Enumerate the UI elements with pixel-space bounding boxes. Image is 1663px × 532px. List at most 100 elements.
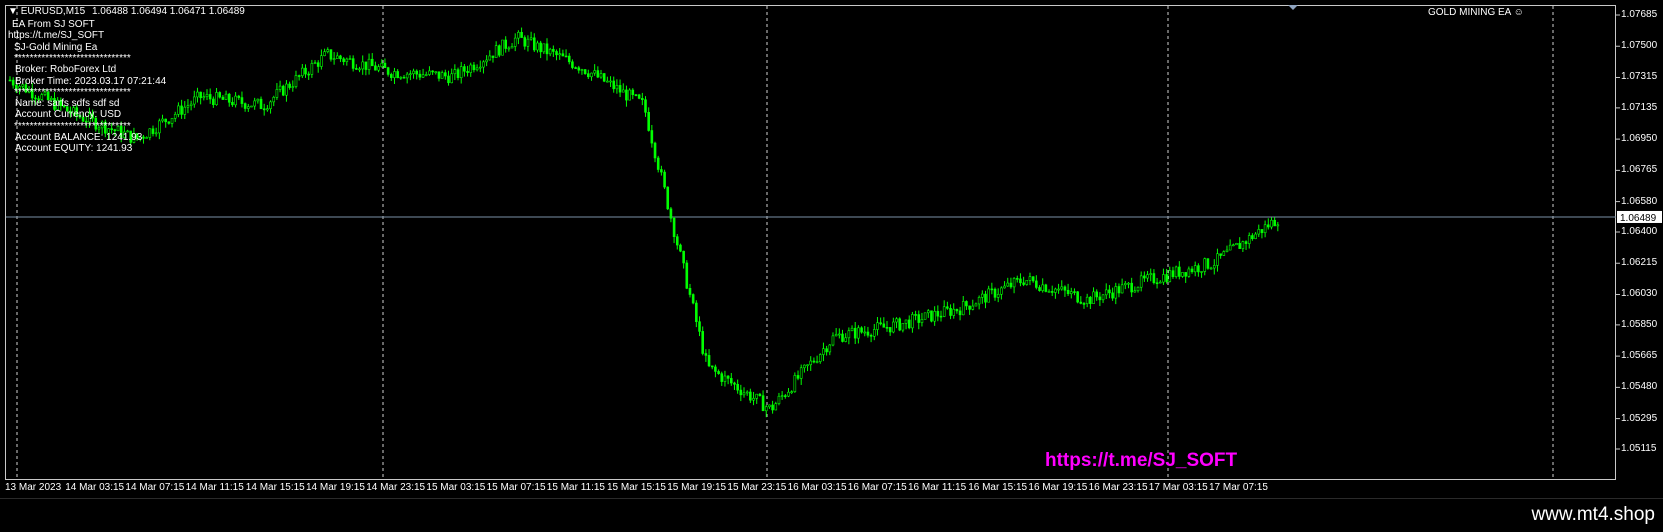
candle-body (272, 97, 276, 103)
candle-body (590, 72, 593, 78)
candle-body (520, 32, 523, 38)
candle-body (942, 306, 946, 317)
candle-body (768, 404, 771, 408)
candle-body (955, 308, 959, 312)
candle-body (161, 118, 164, 122)
candle-body (1035, 280, 1038, 288)
time-tick-label: 14 Mar 11:15 (185, 482, 244, 493)
candle-body (396, 71, 399, 79)
candle-body (355, 68, 358, 70)
candle-body (844, 337, 847, 342)
candle-body (313, 62, 317, 65)
candle-body (879, 322, 882, 325)
candle-body (815, 361, 819, 363)
candle-body (199, 91, 202, 99)
candle-body (1257, 229, 1261, 235)
price-tick-label: 1.06030 (1621, 288, 1658, 300)
candle-body (513, 37, 517, 47)
candle-body (208, 94, 212, 100)
candle-body (1232, 244, 1235, 247)
candle-body (494, 45, 498, 58)
candle-body (780, 395, 784, 397)
candle-body (660, 169, 663, 173)
candle-body (415, 70, 419, 75)
candle-body (1197, 265, 1200, 273)
candle-body (749, 391, 752, 401)
candle-body (1241, 241, 1245, 249)
candle-body (587, 73, 590, 78)
candle-body (539, 42, 542, 53)
candle-body (1136, 286, 1140, 292)
candle-body (151, 128, 155, 134)
symbol-header: ▼ EURUSD,M15 1.06488 1.06494 1.06471 1.0… (8, 6, 245, 18)
candle-body (552, 48, 555, 52)
candle-body (1200, 271, 1203, 273)
candle-body (294, 75, 298, 87)
candle-body (745, 391, 749, 394)
price-tick-label: 1.07315 (1621, 71, 1658, 83)
candle-body (377, 66, 380, 71)
candle-body (666, 186, 670, 210)
info-line: ****************************** (14, 120, 131, 132)
candle-body (796, 375, 800, 379)
candle-body (1206, 258, 1210, 269)
candle-body (634, 94, 638, 96)
candle-body (1260, 229, 1264, 234)
candle-body (402, 76, 406, 79)
candle-body (1247, 235, 1251, 244)
candle-body (1082, 303, 1086, 305)
candle-body (1006, 282, 1010, 287)
candle-body (771, 404, 774, 411)
candle-body (996, 293, 1000, 298)
candle-body (695, 302, 698, 322)
candle-body (212, 98, 215, 106)
candle-body (421, 74, 425, 78)
candle-body (1276, 224, 1280, 227)
dropdown-triangle-icon[interactable]: ▼ (8, 6, 18, 17)
candle-body (1219, 253, 1222, 256)
candle-body (558, 53, 562, 56)
candle-body (599, 73, 603, 78)
candle-body (561, 53, 565, 57)
candle-body (888, 327, 892, 333)
candle-body (358, 68, 361, 71)
candle-body (428, 70, 431, 75)
candle-body (580, 69, 584, 71)
candle-body (1225, 249, 1229, 252)
candle-body (180, 105, 183, 115)
candle-body (297, 75, 301, 77)
candle-body (1139, 275, 1143, 288)
candle-body (447, 75, 450, 84)
candle-body (170, 117, 174, 124)
candle-body (615, 85, 619, 90)
candle-body (939, 315, 943, 318)
candle-body (1254, 233, 1257, 240)
candle-body (196, 91, 199, 98)
time-tick-label: 14 Mar 07:15 (125, 482, 185, 493)
candle-body (672, 217, 676, 237)
candle-body (764, 406, 768, 412)
time-tick-label: 15 Mar 03:15 (426, 482, 486, 493)
info-line: Account EQUITY: 1241.93 (15, 143, 133, 155)
candle-body (1146, 274, 1149, 279)
candle-body (1193, 265, 1197, 273)
candle-body (787, 391, 790, 397)
candle-body (710, 365, 714, 368)
candle-body (917, 314, 921, 323)
candle-body (485, 59, 488, 63)
time-tick-label: 14 Mar 23:15 (366, 482, 426, 493)
candle-body (723, 375, 727, 382)
candle-body (593, 70, 596, 74)
candle-body (380, 62, 384, 67)
candle-body (463, 66, 466, 72)
candle-body (482, 61, 485, 68)
candle-body (831, 335, 835, 346)
candle-body (361, 61, 365, 70)
candle-body (930, 310, 933, 322)
price-tick-label: 1.06580 (1621, 195, 1658, 207)
candle-body (389, 74, 393, 78)
candle-body (818, 354, 822, 362)
candle-body (647, 111, 650, 131)
candle-body (675, 236, 679, 246)
candle-body (329, 49, 333, 60)
